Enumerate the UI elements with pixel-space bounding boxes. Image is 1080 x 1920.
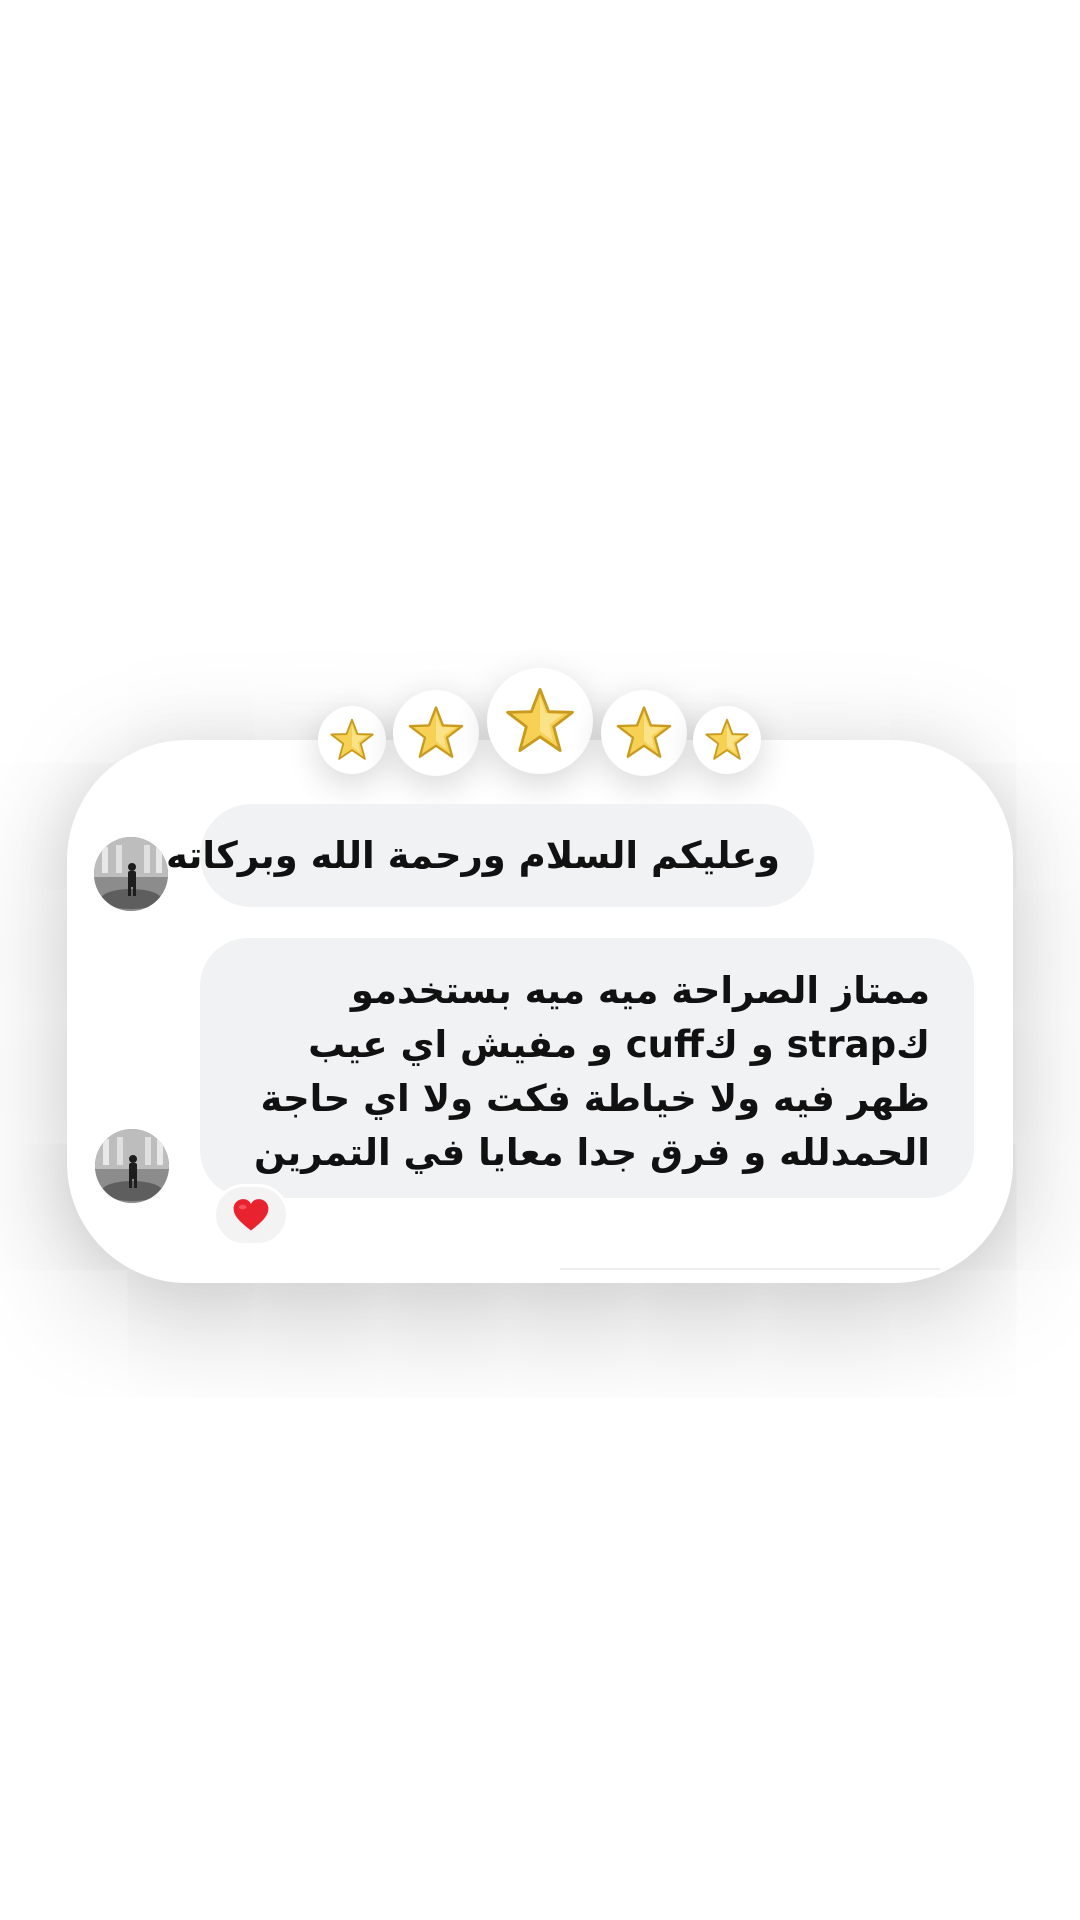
- star-icon: [705, 718, 749, 760]
- star-5: [693, 706, 761, 774]
- person-photo-icon: [94, 837, 168, 911]
- star-3: [487, 668, 593, 774]
- person-photo-icon: [95, 1129, 169, 1203]
- avatar[interactable]: [95, 1129, 169, 1203]
- review-screenshot: وعليكم السلام ورحمة الله وبركاته ممتاز ا…: [0, 0, 1080, 1920]
- message-text: ممتاز الصراحة ميه ميه بستخدمو كstrap و ك…: [253, 969, 930, 1174]
- star-icon: [330, 718, 374, 760]
- reaction-badge[interactable]: [213, 1184, 289, 1246]
- avatar[interactable]: [94, 837, 168, 911]
- divider: [560, 1268, 940, 1270]
- star-icon: [616, 706, 672, 758]
- message-bubble-2[interactable]: ممتاز الصراحة ميه ميه بستخدمو كstrap و ك…: [200, 938, 974, 1198]
- message-bubble-1[interactable]: وعليكم السلام ورحمة الله وبركاته: [166, 804, 814, 907]
- star-2: [393, 690, 479, 776]
- star-icon: [408, 706, 464, 758]
- star-4: [601, 690, 687, 776]
- heart-icon: [233, 1199, 269, 1231]
- message-text: وعليكم السلام ورحمة الله وبركاته: [166, 834, 780, 877]
- star-icon: [506, 687, 574, 752]
- star-1: [318, 706, 386, 774]
